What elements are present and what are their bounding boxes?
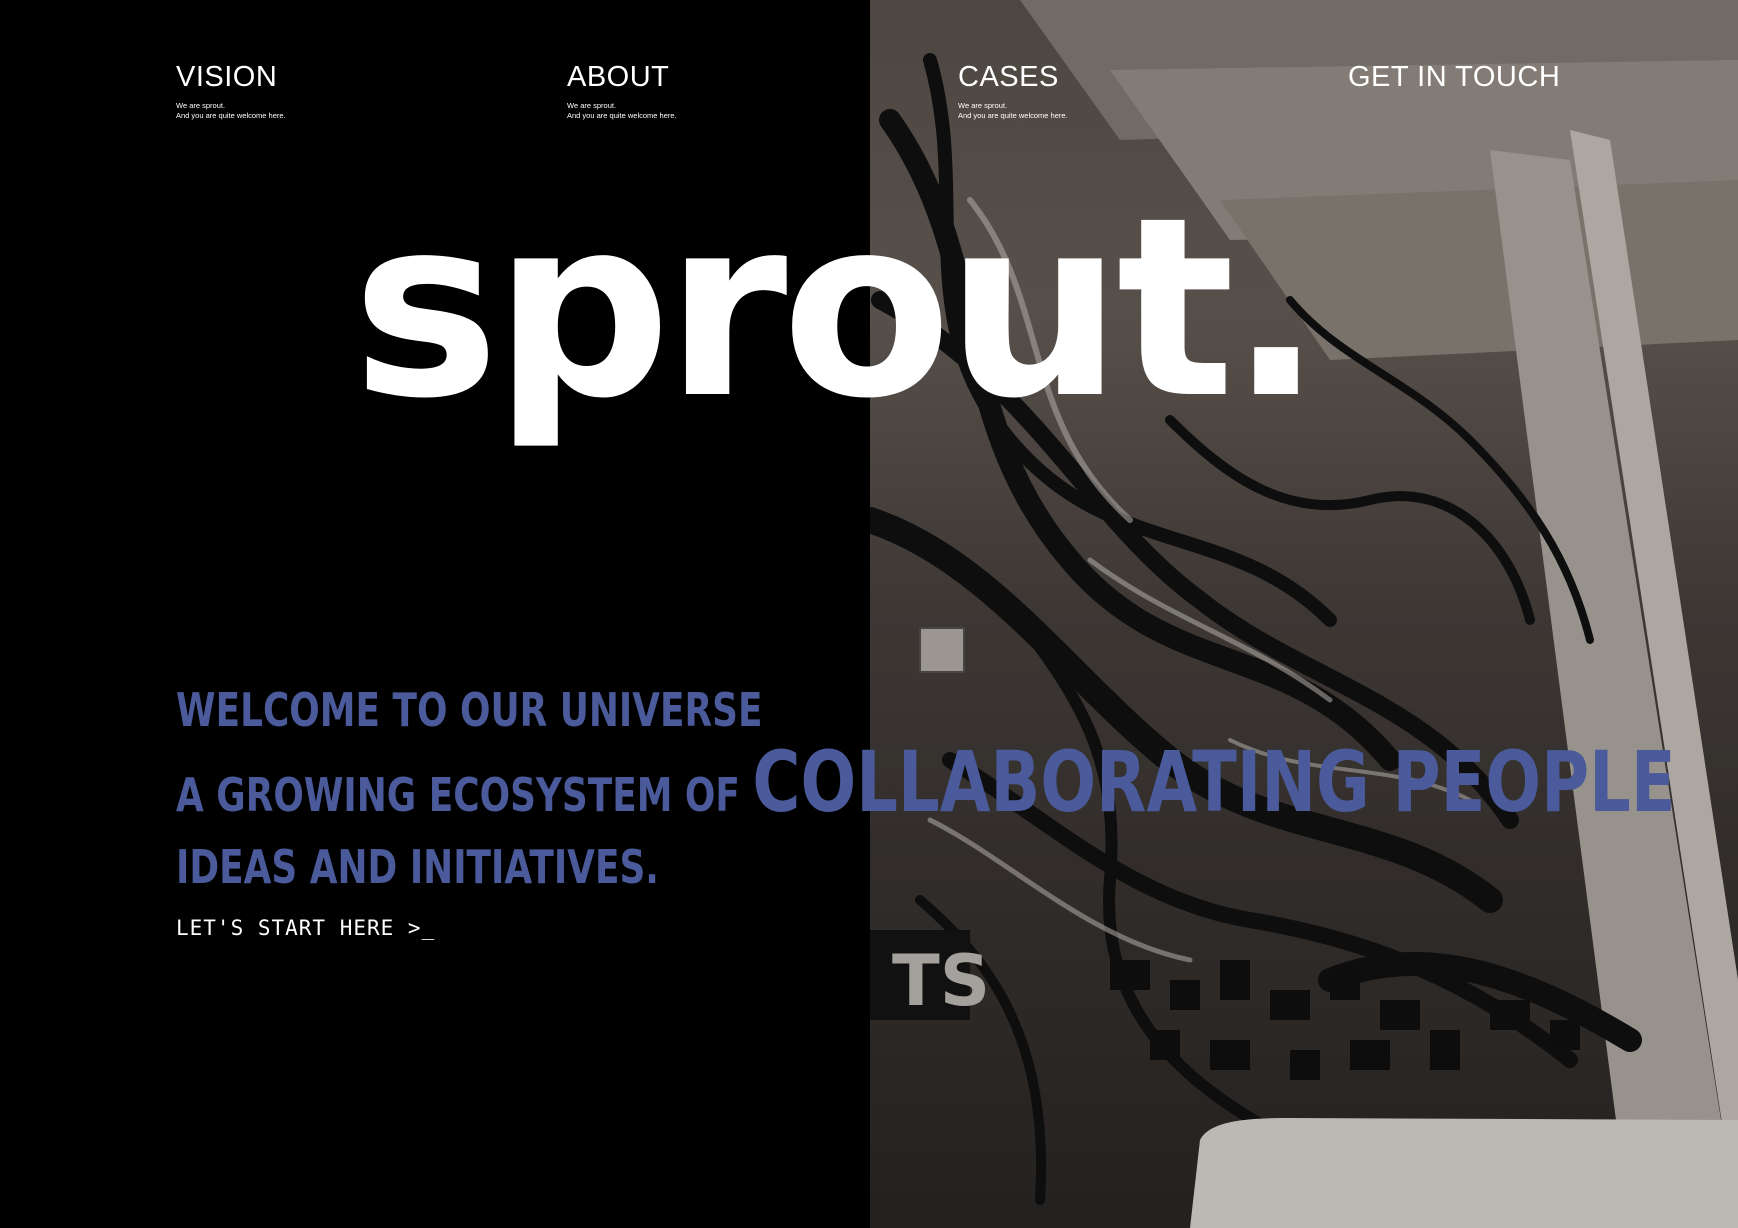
nav-item-get-in-touch[interactable]: GET IN TOUCH (1348, 60, 1560, 94)
hero-line-2-prefix: A GROWING ECOSYSTEM OF (176, 768, 753, 822)
nav-item-label: GET IN TOUCH (1348, 61, 1561, 93)
hero-line-2: A GROWING ECOSYSTEM OF COLLABORATING PEO… (176, 740, 1676, 835)
nav-item-label: CASES (958, 61, 1059, 93)
start-here-link[interactable]: LET'S START HERE >_ (176, 916, 435, 940)
nav-item-label: VISION (176, 61, 278, 93)
nav-item-label: ABOUT (567, 61, 670, 93)
nav-item-subtext: We are sprout. And you are quite welcome… (176, 101, 286, 120)
nav-item-cases[interactable]: CASES We are sprout. And you are quite w… (958, 60, 1068, 121)
hero-headline: WELCOME TO OUR UNIVERSE A GROWING ECOSYS… (176, 678, 1676, 899)
nav-item-about[interactable]: ABOUT We are sprout. And you are quite w… (567, 60, 677, 121)
main-nav: VISION We are sprout. And you are quite … (0, 60, 1738, 140)
sprout-logo: sprout. (352, 165, 1323, 453)
nav-item-subtext: We are sprout. And you are quite welcome… (567, 101, 677, 120)
hero-line-2-emphasis: COLLABORATING PEOPLE (752, 733, 1676, 831)
hero-line-3: IDEAS AND INITIATIVES. (176, 840, 659, 894)
nav-item-vision[interactable]: VISION We are sprout. And you are quite … (176, 60, 286, 121)
page: TS VISION We are sprout. And you are qui… (0, 0, 1738, 1228)
nav-item-subtext: We are sprout. And you are quite welcome… (958, 101, 1068, 120)
